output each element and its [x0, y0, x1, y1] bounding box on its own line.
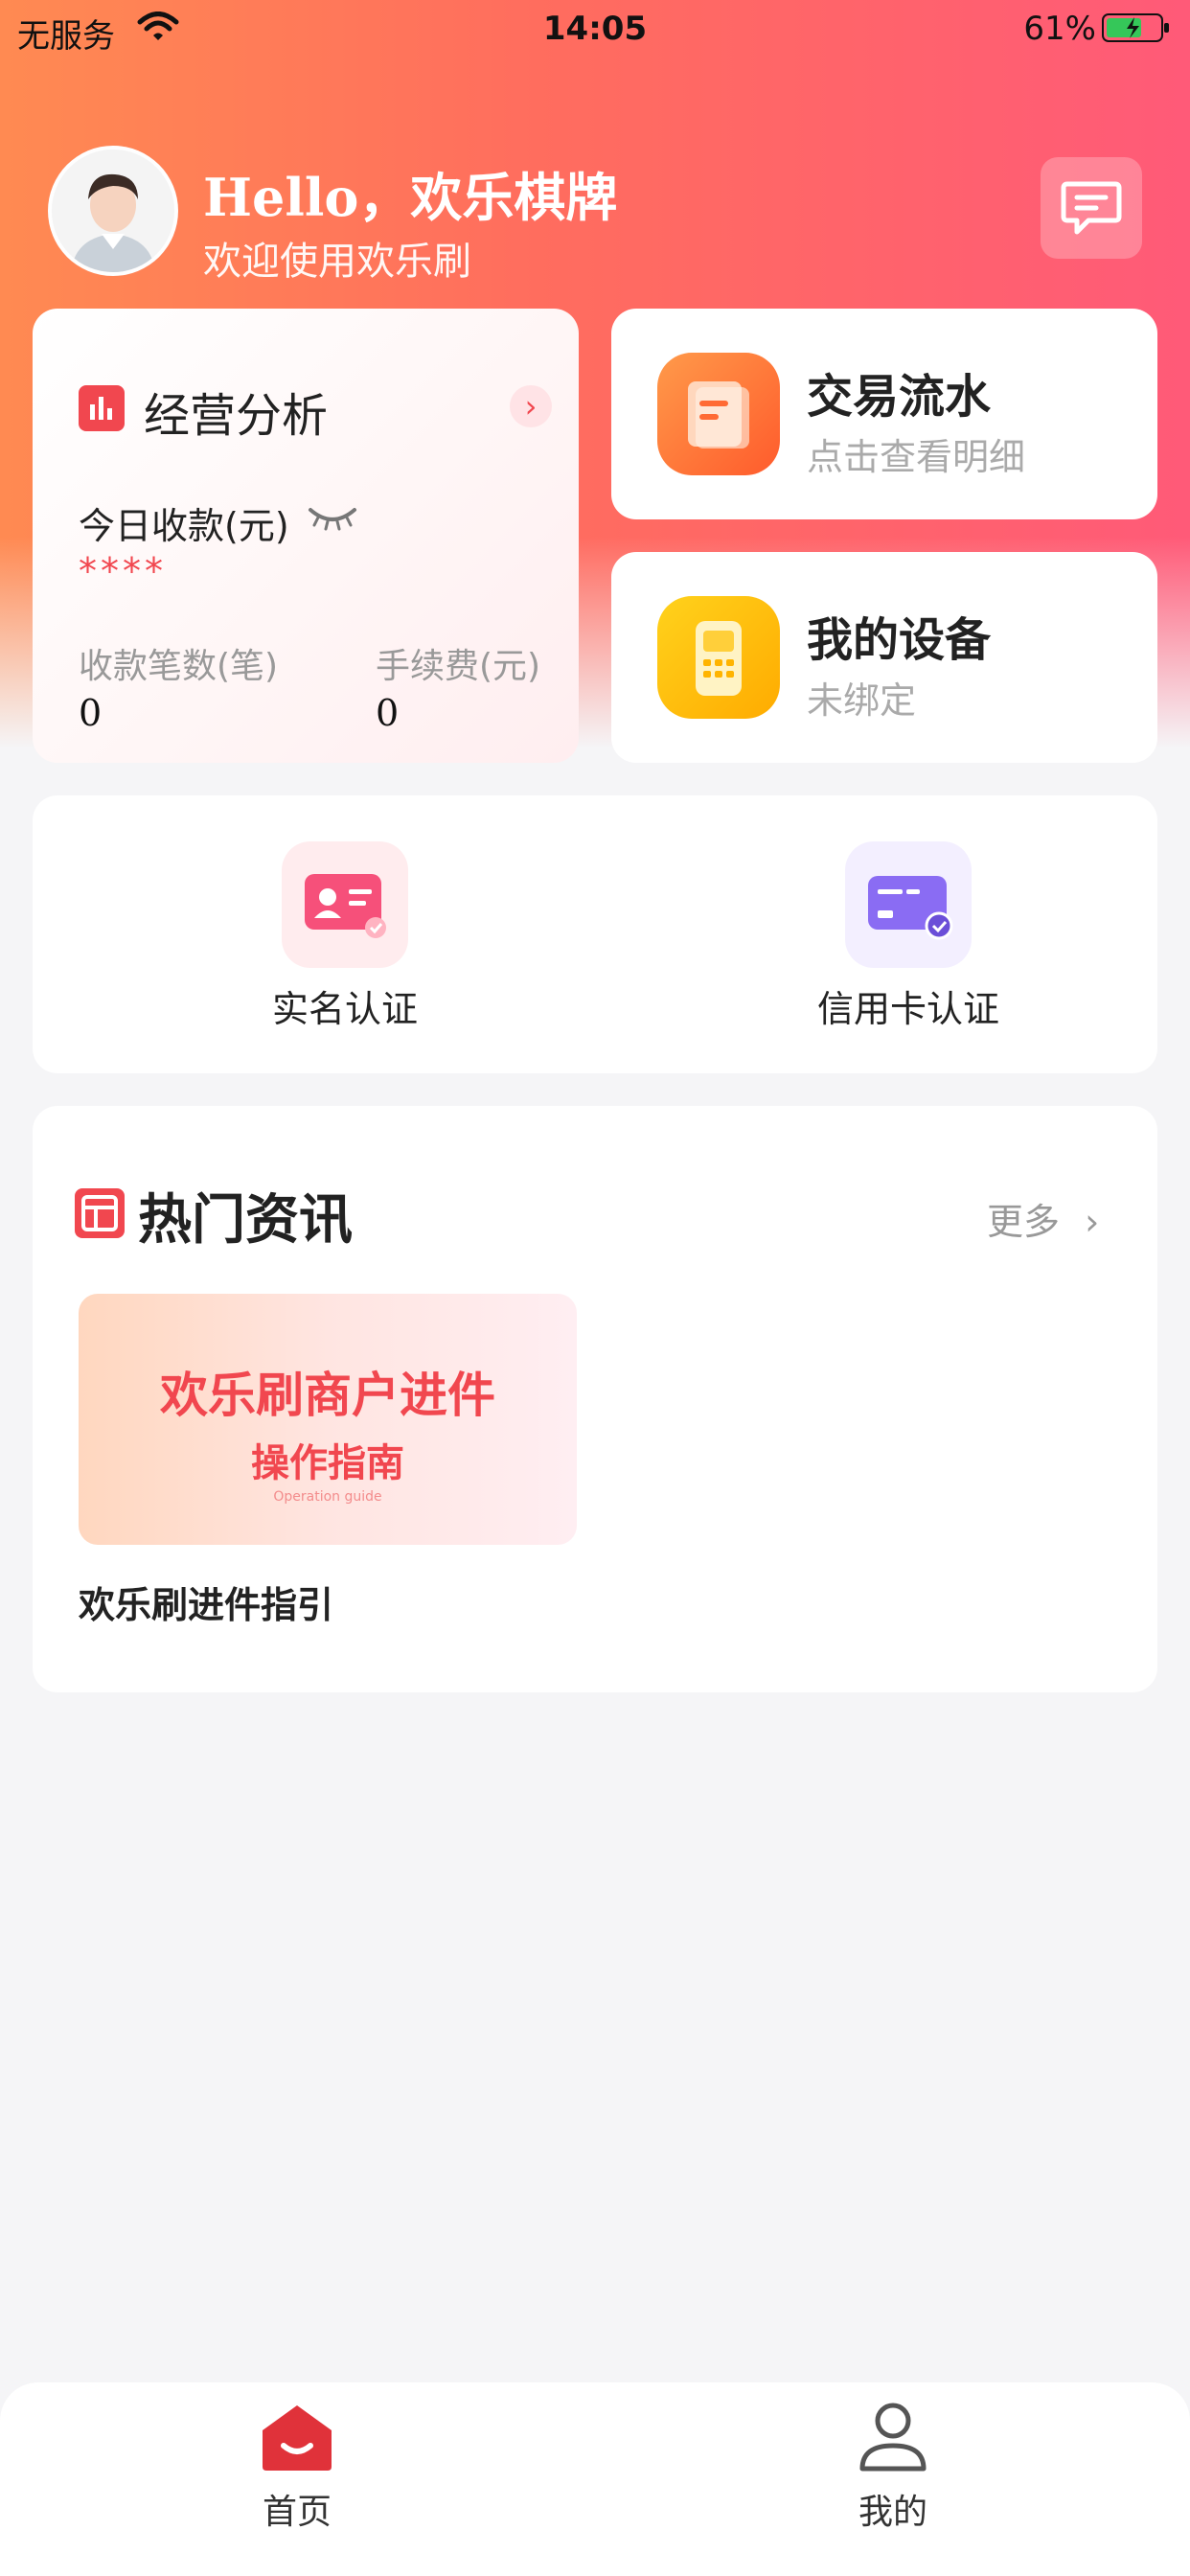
today-receipts-value: **** [79, 550, 167, 592]
credit-card-icon [845, 841, 972, 968]
tab-home-label: 首页 [262, 2493, 332, 2532]
credit-card-verification-button[interactable]: 信用卡认证 [765, 841, 1052, 1032]
news-icon [75, 1188, 125, 1238]
my-device-card[interactable]: 我的设备 未绑定 [611, 552, 1157, 763]
hot-news-title: 热门资讯 [138, 1189, 353, 1252]
news-banner-image[interactable]: 欢乐刷商户进件 操作指南 Operation guide [79, 1294, 577, 1545]
transactions-title: 交易流水 [807, 370, 992, 424]
clock: 14:05 [542, 10, 648, 48]
banner-subtitle: 操作指南 [251, 1441, 404, 1485]
fee-label: 手续费(元) [376, 647, 541, 686]
greeting-subtitle: 欢迎使用欢乐刷 [203, 240, 471, 284]
bottom-tab-bar: 首页 我的 [0, 2382, 1190, 2576]
message-button[interactable] [1041, 157, 1142, 259]
tab-mine-label: 我的 [858, 2493, 927, 2532]
banner-title: 欢乐刷商户进件 [160, 1368, 495, 1423]
transactions-subtitle: 点击查看明细 [807, 436, 1026, 478]
news-item-title[interactable]: 欢乐刷进件指引 [79, 1576, 333, 1628]
user-icon [859, 2403, 927, 2472]
today-receipts-label: 今日收款(元) [79, 505, 289, 547]
pos-device-icon [657, 596, 780, 719]
battery-percent: 61% [1023, 10, 1096, 48]
message-icon [1061, 181, 1122, 235]
greeting-title: Hello，欢乐棋牌 [203, 167, 618, 228]
chevron-right-icon: › [1085, 1201, 1100, 1243]
banner-english-caption: Operation guide [273, 1489, 382, 1505]
more-label: 更多 [987, 1201, 1061, 1243]
tab-mine[interactable]: 我的 [797, 2400, 989, 2534]
business-analysis-card[interactable]: 经营分析 › 今日收款(元) **** 收款笔数(笔) 手续费(元) 0 0 [33, 309, 579, 763]
hot-news-card: 热门资讯 更多 › 欢乐刷商户进件 操作指南 Operation guide 欢… [33, 1106, 1157, 1692]
realname-verification-label: 实名认证 [271, 988, 418, 1030]
user-avatar-icon [52, 150, 174, 272]
home-icon [263, 2405, 332, 2471]
chevron-right-icon[interactable]: › [510, 385, 552, 427]
business-analysis-title: 经营分析 [144, 389, 329, 443]
receipt-count-label: 收款笔数(笔) [79, 647, 279, 686]
id-card-icon [282, 841, 408, 968]
ledger-icon [657, 353, 780, 475]
battery-icon [1102, 13, 1169, 42]
receipt-count-value: 0 [79, 692, 103, 734]
bar-chart-icon [79, 385, 125, 431]
tab-home[interactable]: 首页 [201, 2400, 393, 2534]
fee-value: 0 [376, 692, 400, 734]
credit-card-verification-label: 信用卡认证 [816, 988, 999, 1030]
verification-card: 实名认证 信用卡认证 [33, 795, 1157, 1073]
my-device-title: 我的设备 [807, 613, 992, 667]
transactions-card[interactable]: 交易流水 点击查看明细 [611, 309, 1157, 519]
more-link[interactable]: 更多 › [987, 1192, 1099, 1245]
status-bar: 无服务 14:05 61% [0, 0, 1190, 59]
avatar[interactable] [48, 146, 178, 276]
my-device-subtitle: 未绑定 [807, 679, 917, 722]
realname-verification-button[interactable]: 实名认证 [201, 841, 489, 1032]
eye-closed-icon[interactable] [307, 504, 358, 533]
